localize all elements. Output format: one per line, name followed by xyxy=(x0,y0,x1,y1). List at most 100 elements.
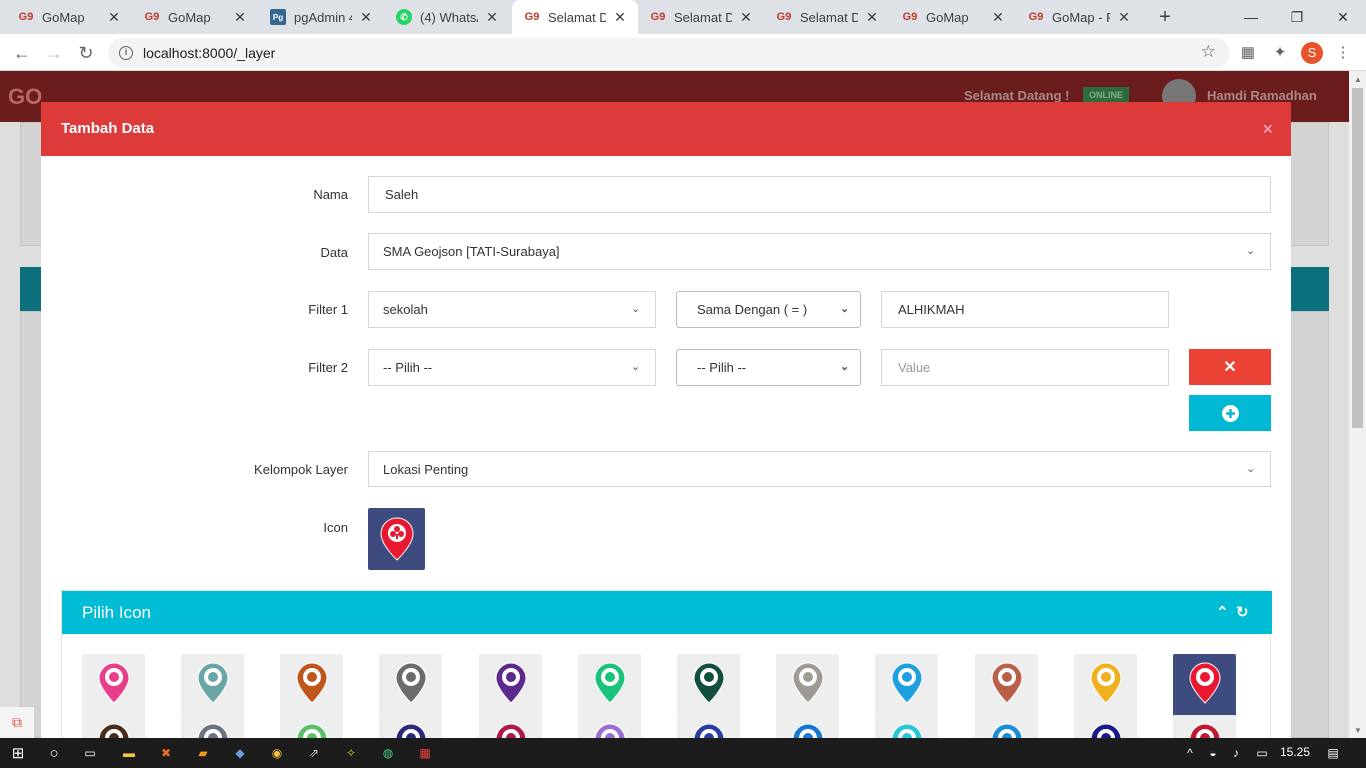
chrome-icon[interactable]: ◉ xyxy=(267,743,287,763)
browser-tab[interactable]: G9 GoMap ✕ xyxy=(890,0,1016,34)
filter1-value-input[interactable]: ALHIKMAH xyxy=(881,291,1169,328)
close-tab-icon[interactable]: ✕ xyxy=(358,9,374,26)
app-icon[interactable]: ⇗ xyxy=(304,743,324,763)
close-tab-icon[interactable]: ✕ xyxy=(864,9,880,26)
forward-arrow-icon[interactable]: → xyxy=(41,40,67,66)
icon-option[interactable] xyxy=(379,715,442,738)
sublime-text-icon[interactable]: ▰ xyxy=(193,743,213,763)
close-tab-icon[interactable]: ✕ xyxy=(232,9,248,26)
clock-time[interactable]: 15.25 xyxy=(1280,745,1310,759)
icon-option[interactable] xyxy=(379,654,442,716)
tray-app-icon[interactable]: ◒ xyxy=(1203,743,1223,763)
icon-option[interactable] xyxy=(578,715,641,738)
icon-option[interactable] xyxy=(875,654,938,716)
modal-close-icon[interactable]: × xyxy=(1262,119,1273,140)
icon-option[interactable] xyxy=(578,654,641,716)
icon-option[interactable] xyxy=(280,715,343,738)
qgis-icon[interactable]: ◍ xyxy=(378,743,398,763)
search-circle-icon[interactable]: ○ xyxy=(44,743,64,763)
notification-icon[interactable]: ▤ xyxy=(1323,743,1343,763)
close-tab-icon[interactable]: ✕ xyxy=(1116,9,1132,26)
icon-option[interactable] xyxy=(1074,654,1137,716)
tray-chevron-up-icon[interactable]: ^ xyxy=(1180,743,1200,763)
club-icon xyxy=(1188,661,1222,710)
browser-tab[interactable]: ✆ (4) WhatsAp ✕ xyxy=(384,0,510,34)
scrollbar-thumb[interactable] xyxy=(1352,88,1363,428)
icon-option[interactable] xyxy=(1074,715,1137,738)
git-icon[interactable]: ✧ xyxy=(341,743,361,763)
close-tab-icon[interactable]: ✕ xyxy=(612,9,628,26)
kelompok-layer-select[interactable]: Lokasi Penting ⌄ xyxy=(368,451,1271,487)
icon-option[interactable] xyxy=(975,715,1038,738)
page-scrollbar[interactable]: ▲ ▼ xyxy=(1349,71,1366,738)
browser-tab[interactable]: G9 GoMap ✕ xyxy=(6,0,132,34)
icon-option[interactable] xyxy=(875,715,938,738)
browser-tab[interactable]: Pg pgAdmin 4 ✕ xyxy=(258,0,384,34)
laravel-debugbar-icon[interactable]: ⧉ xyxy=(0,707,34,738)
xampp-icon[interactable]: ✖ xyxy=(156,743,176,763)
icon-option[interactable] xyxy=(479,654,542,716)
reload-icon[interactable]: ↻ xyxy=(73,40,99,66)
icon-option[interactable] xyxy=(776,654,839,716)
icon-option[interactable] xyxy=(181,654,244,716)
url-text[interactable]: localhost:8000/_layer xyxy=(143,45,275,61)
menu-kebab-icon[interactable]: ⋮ xyxy=(1332,42,1354,64)
site-info-icon[interactable]: i xyxy=(119,46,133,60)
restore-icon[interactable]: ❐ xyxy=(1274,0,1320,34)
icon-option[interactable] xyxy=(479,715,542,738)
bookmark-star-icon[interactable]: ☆ xyxy=(1201,42,1216,62)
icon-option[interactable] xyxy=(677,654,740,716)
browser-tab[interactable]: G9 Selamat Da ✕ xyxy=(638,0,764,34)
remove-filter-button[interactable]: ✕ xyxy=(1189,349,1271,385)
close-tab-icon[interactable]: ✕ xyxy=(484,9,500,26)
data-select[interactable]: SMA Geojson [TATI-Surabaya] ⌄ xyxy=(368,233,1271,270)
browser-tab[interactable]: G9 Selamat Da ✕ xyxy=(764,0,890,34)
new-tab-icon[interactable]: + xyxy=(1153,5,1177,29)
filter2-field-select[interactable]: -- Pilih -- ⌄ xyxy=(368,349,656,386)
scroll-down-icon[interactable]: ▼ xyxy=(1354,726,1362,735)
filter1-operator-select[interactable]: Sama Dengan ( = ) ⌄ xyxy=(676,291,861,328)
minimize-icon[interactable]: — xyxy=(1228,0,1274,34)
chevron-up-icon[interactable]: ⌃ xyxy=(1216,603,1229,621)
close-tab-icon[interactable]: ✕ xyxy=(990,9,1006,26)
profile-avatar[interactable]: S xyxy=(1301,42,1323,64)
task-view-icon[interactable]: ▭ xyxy=(80,743,100,763)
nama-input[interactable]: Saleh xyxy=(368,176,1271,213)
battery-icon[interactable]: ▭ xyxy=(1252,743,1272,763)
browser-tab[interactable]: G9 GoMap ✕ xyxy=(132,0,258,34)
file-explorer-icon[interactable]: ▬ xyxy=(119,743,139,763)
icon-option[interactable] xyxy=(975,654,1038,716)
close-tab-icon[interactable]: ✕ xyxy=(106,9,122,26)
icon-option[interactable] xyxy=(776,715,839,738)
window-close-icon[interactable]: ✕ xyxy=(1320,0,1366,34)
close-tab-icon[interactable]: ✕ xyxy=(738,9,754,26)
icon-option[interactable] xyxy=(82,715,145,738)
back-arrow-icon[interactable]: ← xyxy=(9,40,35,66)
address-bar[interactable]: i localhost:8000/_layer ☆ xyxy=(108,38,1230,68)
kelompok-layer-label: Kelompok Layer xyxy=(254,462,348,477)
icon-option[interactable] xyxy=(280,654,343,716)
icon-option[interactable] xyxy=(1173,654,1236,716)
filter2-field-value: -- Pilih -- xyxy=(383,360,433,375)
refresh-icon[interactable]: ↻ xyxy=(1236,603,1249,621)
scroll-up-icon[interactable]: ▲ xyxy=(1354,75,1362,84)
icon-option[interactable] xyxy=(1173,715,1236,738)
windows-start-icon[interactable]: ⊞ xyxy=(8,743,28,763)
user-name[interactable]: Hamdi Ramadhan xyxy=(1207,88,1317,103)
app-grid-icon[interactable]: ▦ xyxy=(415,743,435,763)
volume-icon[interactable]: ♪ xyxy=(1226,743,1246,763)
add-filter-button[interactable] xyxy=(1189,395,1271,431)
qr-code-icon[interactable]: ▦ xyxy=(1237,42,1259,64)
icon-option[interactable] xyxy=(181,715,244,738)
filter2-operator-select[interactable]: -- Pilih -- ⌄ xyxy=(676,349,861,386)
browser-tab[interactable]: G9 GoMap - Pe ✕ xyxy=(1016,0,1142,34)
filter2-value-input[interactable]: Value xyxy=(881,349,1169,386)
extensions-puzzle-icon[interactable]: ✦ xyxy=(1269,42,1291,64)
selected-icon-preview[interactable] xyxy=(368,508,425,570)
icon-option[interactable] xyxy=(82,654,145,716)
filter1-operator-value: Sama Dengan ( = ) xyxy=(697,302,808,317)
icon-option[interactable] xyxy=(677,715,740,738)
browser-tab-active[interactable]: G9 Selamat Da ✕ xyxy=(512,0,638,34)
pgadmin-taskbar-icon[interactable]: ◆ xyxy=(230,743,250,763)
filter1-field-select[interactable]: sekolah ⌄ xyxy=(368,291,656,328)
